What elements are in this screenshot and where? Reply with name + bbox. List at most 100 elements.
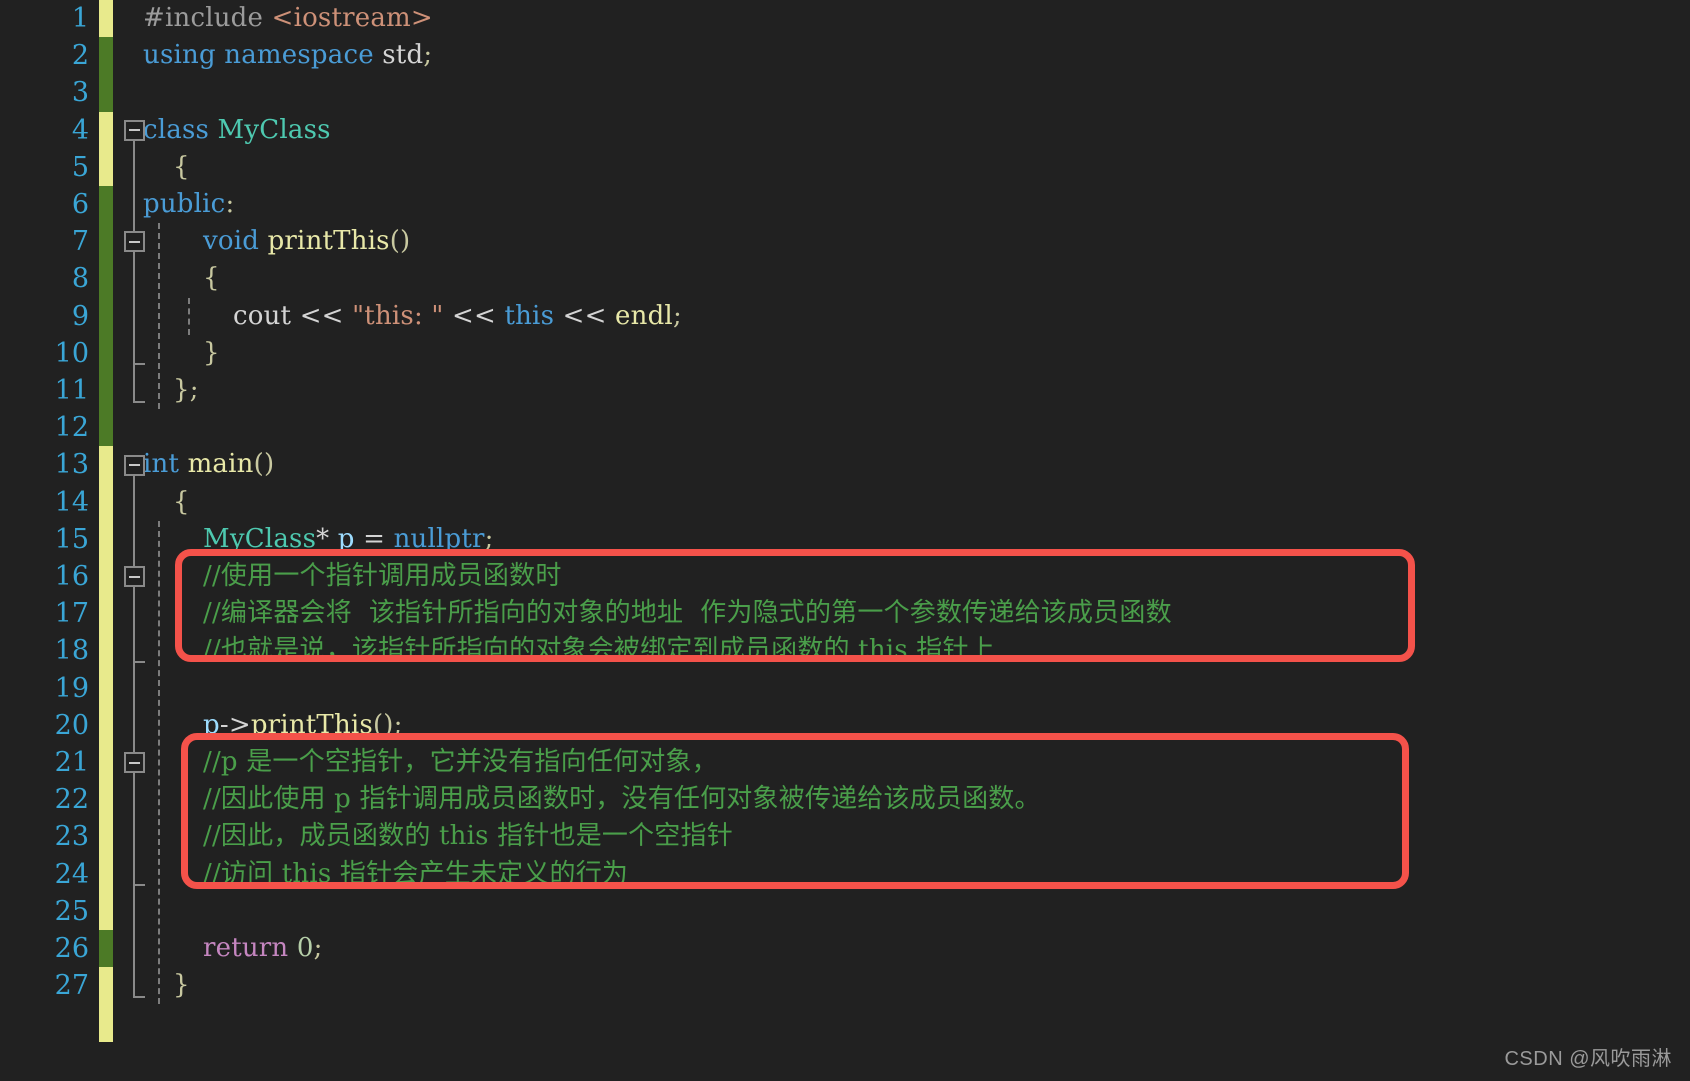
line-number: 3 <box>71 77 89 109</box>
code-token: { <box>173 486 190 517</box>
code-token: //编译器会将 该指针所指向的对象的地址 作为隐式的第一个参数传递给该成员函数 <box>203 598 1172 629</box>
line-number: 6 <box>71 189 89 220</box>
code-token: MyClass <box>217 114 331 145</box>
code-line: #include <iostream> <box>143 0 433 37</box>
line-number: 24 <box>54 858 89 890</box>
fold-range-end <box>133 995 145 998</box>
code-token: namespace <box>224 40 374 71</box>
fold-collapse-icon[interactable] <box>124 119 145 141</box>
code-editor[interactable]: 1 2 3 4 5 6 7 8 9 10 11 12 13 14 15 16 17 18 19 20 21 22 23 24 2… <box>0 0 1690 1081</box>
code-line: //使用一个指针调用成员函数时 <box>203 558 562 595</box>
line-number: 15 <box>54 523 89 555</box>
code-token: ; <box>313 933 323 963</box>
code-line: } <box>173 967 190 1004</box>
code-token: } <box>203 337 220 368</box>
code-token: 0 <box>296 933 314 963</box>
code-token: () <box>389 226 411 257</box>
line-number: 1 <box>71 3 89 34</box>
code-token: p <box>337 523 355 554</box>
code-token: : <box>225 189 235 219</box>
fold-range-line <box>133 251 135 364</box>
code-line: } <box>203 335 220 372</box>
code-token: { <box>203 263 220 294</box>
code-line: int main() <box>143 446 274 483</box>
indent-guide <box>188 297 190 335</box>
code-token: MyClass <box>203 523 317 554</box>
code-token: << <box>299 300 344 331</box>
code-token: //也就是说，该指针所指向的对象会被绑定到成员函数的 this 指针上 <box>203 635 995 666</box>
fold-collapse-icon[interactable] <box>124 752 145 774</box>
code-line: //编译器会将 该指针所指向的对象的地址 作为隐式的第一个参数传递给该成员函数 <box>203 595 1172 632</box>
code-token: using <box>143 40 216 71</box>
code-token: //p 是一个空指针，它并没有指向任何对象， <box>203 747 718 777</box>
line-number: 22 <box>54 784 89 816</box>
line-number: 25 <box>54 895 89 927</box>
fold-range-end <box>133 884 145 887</box>
code-line: }; <box>173 372 199 409</box>
code-line: { <box>173 149 190 186</box>
code-line: //也就是说，该指针所指向的对象会被绑定到成员函数的 this 指针上 <box>203 632 995 669</box>
change-bar-segment <box>99 186 113 447</box>
code-token: () <box>372 709 394 740</box>
code-token: { <box>173 151 190 182</box>
fold-collapse-icon[interactable] <box>124 454 145 476</box>
line-number: 11 <box>54 375 89 406</box>
code-token: main <box>187 449 254 480</box>
line-number: 21 <box>54 747 89 778</box>
code-surface[interactable]: #include <iostream> using namespace std; c… <box>113 0 1690 1081</box>
code-token: ; <box>393 709 403 740</box>
code-token: class <box>143 114 210 145</box>
code-token: return <box>203 933 289 963</box>
change-bar-segment <box>99 111 113 186</box>
code-line: MyClass* p = nullptr; <box>203 521 494 558</box>
code-token: std <box>382 40 424 71</box>
code-token: //访问 this 指针会产生未定义的行为 <box>203 858 629 889</box>
line-number: 20 <box>54 709 89 741</box>
line-number: 23 <box>54 821 89 853</box>
code-token: () <box>253 449 275 480</box>
code-token: "this: " <box>352 300 444 331</box>
line-number: 27 <box>54 970 89 1002</box>
code-token: //因此，成员函数的 this 指针也是一个空指针 <box>203 821 733 852</box>
code-token: public <box>143 189 226 219</box>
code-token: ; <box>672 300 682 331</box>
code-token: }; <box>173 375 199 405</box>
code-line: { <box>203 260 220 297</box>
line-number: 14 <box>54 486 89 518</box>
line-number: 17 <box>54 598 89 630</box>
code-token: * <box>316 523 330 554</box>
line-number: 12 <box>54 412 89 444</box>
code-token: cout <box>233 300 292 331</box>
code-line: //访问 this 指针会产生未定义的行为 <box>203 856 628 893</box>
code-token: int <box>143 449 180 480</box>
code-line: return 0; <box>203 930 323 967</box>
code-token: void <box>203 226 260 257</box>
change-bar-segment <box>99 967 113 1042</box>
code-token: endl <box>615 300 673 331</box>
fold-range-line <box>133 475 135 996</box>
indent-guide <box>158 223 160 410</box>
code-line: //因此，成员函数的 this 指针也是一个空指针 <box>203 818 733 855</box>
code-token: ; <box>484 523 494 554</box>
code-line: { <box>173 484 190 521</box>
line-number: 18 <box>54 635 89 667</box>
code-token: printThis <box>267 226 390 257</box>
code-token: printThis <box>250 709 373 740</box>
indent-guide <box>158 520 160 1005</box>
change-bar-segment <box>99 37 113 112</box>
fold-collapse-icon[interactable] <box>124 566 145 588</box>
fold-collapse-icon[interactable] <box>124 231 145 253</box>
line-number: 10 <box>54 337 89 369</box>
fold-range-end <box>133 363 145 366</box>
